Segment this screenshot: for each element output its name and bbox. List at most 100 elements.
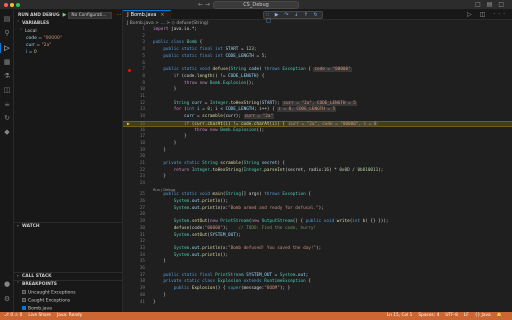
code-line[interactable]: 39 public Explosion() { super(message:"B… bbox=[123, 286, 512, 292]
code-line[interactable]: 30 defuse(code:"00000"); // TODO: Find t… bbox=[123, 226, 512, 232]
cursor-position[interactable]: Ln 15, Col 1 bbox=[387, 313, 413, 318]
language-mode[interactable]: {} Java bbox=[475, 313, 491, 318]
variables-scope-local[interactable]: ˅ Local bbox=[14, 29, 123, 35]
java-projects-icon[interactable]: ☕ bbox=[3, 100, 11, 108]
editor-actions[interactable]: ▷ ◫ ··· bbox=[467, 11, 508, 18]
run-debug-icon[interactable]: ▷ bbox=[3, 44, 11, 52]
code-token: Bomb.Explosion bbox=[220, 127, 257, 133]
code-line[interactable]: 12 String curr = Integer.toHexString(STA… bbox=[123, 100, 512, 107]
more-actions-icon[interactable]: ··· bbox=[116, 12, 121, 18]
breakpoints-section-header[interactable]: ˅ BREAKPOINTS bbox=[14, 280, 123, 288]
sidebar-title: RUN AND DEBUG bbox=[18, 12, 60, 18]
breakpoint-caught-exceptions[interactable]: Caught Exceptions bbox=[14, 298, 123, 304]
search-icon[interactable]: ⚲ bbox=[3, 29, 11, 37]
maximize-window-button[interactable] bbox=[16, 3, 20, 7]
variables-section-header[interactable]: ˅ VARIABLES bbox=[14, 20, 123, 28]
code-line[interactable]: 27 System.out.println(x:"Bomb armed and … bbox=[123, 206, 512, 212]
code-line[interactable]: 16 throw new Bomb.Explosion(); bbox=[123, 128, 512, 134]
variable-curr[interactable]: curr = "2a" bbox=[14, 43, 123, 49]
account-icon[interactable]: ● bbox=[3, 280, 11, 288]
inline-value-hint: curr = "2a", CODE_LENGTH = 5 bbox=[282, 100, 357, 106]
code-token: System bbox=[153, 232, 190, 238]
settings-icon[interactable]: ⚙ bbox=[3, 295, 11, 303]
tab-bomb-java[interactable]: J Bomb.java × bbox=[123, 10, 171, 20]
code-line[interactable]: 2 bbox=[123, 34, 512, 40]
code-line[interactable]: 32 bbox=[123, 239, 512, 245]
code-line[interactable]: 7 public static void defuse(String code)… bbox=[123, 67, 512, 73]
code-line[interactable]: 14 curr = scramble(curr); curr = "2a" bbox=[123, 114, 512, 120]
line-ending[interactable]: LF bbox=[464, 313, 469, 318]
layout-controls[interactable]: □ ▤ □ bbox=[475, 1, 506, 8]
call-stack-section-header[interactable]: › CALL STACK bbox=[14, 272, 123, 280]
code-line[interactable]: 3 public class Bomb { bbox=[123, 40, 512, 46]
close-tab-icon[interactable]: × bbox=[160, 13, 164, 18]
code-line[interactable]: 26 System.out.println(); bbox=[123, 199, 512, 205]
code-line[interactable]: 24 bbox=[123, 181, 512, 187]
checkbox[interactable] bbox=[22, 298, 26, 302]
live-share-button[interactable]: Live Share bbox=[28, 313, 51, 318]
code-token: String bbox=[225, 192, 241, 198]
checkbox[interactable] bbox=[22, 306, 26, 310]
encoding[interactable]: UTF-8 bbox=[445, 313, 458, 318]
code-line[interactable]: 36 bbox=[123, 266, 512, 272]
code-line[interactable]: 25 public static void main(String[] args… bbox=[123, 192, 512, 198]
code-token: charAt bbox=[253, 121, 270, 127]
pin-icon[interactable]: ◆ bbox=[3, 128, 11, 136]
code-line[interactable]: 11 bbox=[123, 94, 512, 100]
code-line[interactable]: 31 System.setOut(SYSTEM_OUT); bbox=[123, 233, 512, 239]
code-line[interactable]: 22 return Integer.toHexString(Integer.pa… bbox=[123, 168, 512, 174]
problems-indicator[interactable]: ⎇ 0 ⚠ 0 bbox=[4, 313, 22, 318]
code-token: public static void bbox=[153, 192, 213, 198]
indentation[interactable]: Spaces: 4 bbox=[418, 313, 439, 318]
code-line[interactable]: 8 if (code.length() != CODE_LENGTH) { bbox=[123, 74, 512, 80]
extensions-icon[interactable]: ▦ bbox=[3, 58, 11, 66]
code-line[interactable]: 9 throw new Bomb.Explosion(); bbox=[123, 81, 512, 87]
minimize-window-button[interactable] bbox=[10, 3, 14, 7]
current-execution-line[interactable]: ▶ 15 if (curr.charAt(i) != code.charAt(i)… bbox=[123, 120, 512, 127]
watch-section-header[interactable]: › WATCH bbox=[14, 222, 123, 230]
code-line[interactable]: 18 } bbox=[123, 141, 512, 147]
code-line[interactable]: 10 } bbox=[123, 87, 512, 93]
code-line[interactable]: 19 } bbox=[123, 148, 512, 154]
code-line[interactable]: 40 } bbox=[123, 293, 512, 299]
test-icon[interactable]: ⚗ bbox=[3, 72, 11, 80]
code-line[interactable]: 28 bbox=[123, 212, 512, 218]
code-token: Explosion bbox=[191, 286, 216, 292]
code-token: setOut bbox=[191, 219, 208, 225]
notifications-icon[interactable]: 🔔 bbox=[497, 313, 502, 318]
code-line[interactable]: 34 System.out.println(); bbox=[123, 253, 512, 259]
line-number: 26 bbox=[139, 199, 145, 204]
code-line[interactable]: 38 private static class Explosion extend… bbox=[123, 279, 512, 285]
code-line[interactable]: 20 bbox=[123, 154, 512, 160]
variable-i[interactable]: i = 0 bbox=[14, 50, 123, 56]
line-code: throw new Bomb.Explosion(); bbox=[153, 128, 264, 134]
start-debugging-icon[interactable]: ▶ bbox=[63, 12, 67, 18]
code-token: if bbox=[153, 121, 190, 127]
breakpoint-uncaught-exceptions[interactable]: Uncaught Exceptions bbox=[14, 290, 123, 296]
command-center[interactable]: CS_Debug bbox=[213, 1, 299, 9]
live-share-icon[interactable]: ↻ bbox=[3, 114, 11, 122]
navigation-arrows[interactable]: ← → bbox=[198, 1, 210, 8]
code-line[interactable]: 13 for (int i = 0; i < CODE_LENGTH; i++)… bbox=[123, 107, 512, 113]
code-line[interactable]: 41} bbox=[123, 300, 512, 306]
code-line[interactable]: 6 bbox=[123, 61, 512, 67]
code-line[interactable]: 1 import java.io.*; bbox=[123, 27, 512, 33]
code-line[interactable]: 17 } bbox=[123, 134, 512, 140]
code-line[interactable]: 35 } bbox=[123, 259, 512, 265]
code-line[interactable]: 33 System.out.println(x:"Bomb defused! Y… bbox=[123, 246, 512, 252]
variable-code[interactable]: code = "00000" bbox=[14, 36, 123, 42]
debug-toolbar[interactable]: ∷ ▶ ↷ ↓ ↑ ↻ □ bbox=[263, 11, 323, 24]
debug-configuration-select[interactable]: No Configurati… bbox=[68, 11, 113, 19]
code-line[interactable]: 29 System.setOut(new PrintStream(new Out… bbox=[123, 219, 512, 225]
code-line[interactable]: 37 public static final PrintStream SYSTE… bbox=[123, 273, 512, 279]
remote-explorer-icon[interactable]: ◫ bbox=[3, 86, 11, 94]
checkbox[interactable] bbox=[22, 290, 26, 294]
code-line[interactable]: 23 } bbox=[123, 174, 512, 180]
code-line[interactable]: 21 private static String scramble(String… bbox=[123, 161, 512, 167]
close-window-button[interactable] bbox=[4, 3, 8, 7]
java-status[interactable]: Java: Ready bbox=[57, 313, 82, 318]
code-line[interactable]: 5 public static final int CODE_LENGTH = … bbox=[123, 54, 512, 60]
code-token: toHexString bbox=[230, 100, 260, 106]
files-icon[interactable]: ▤ bbox=[3, 15, 11, 23]
code-line[interactable]: 4 public static final int START = 123; bbox=[123, 47, 512, 53]
